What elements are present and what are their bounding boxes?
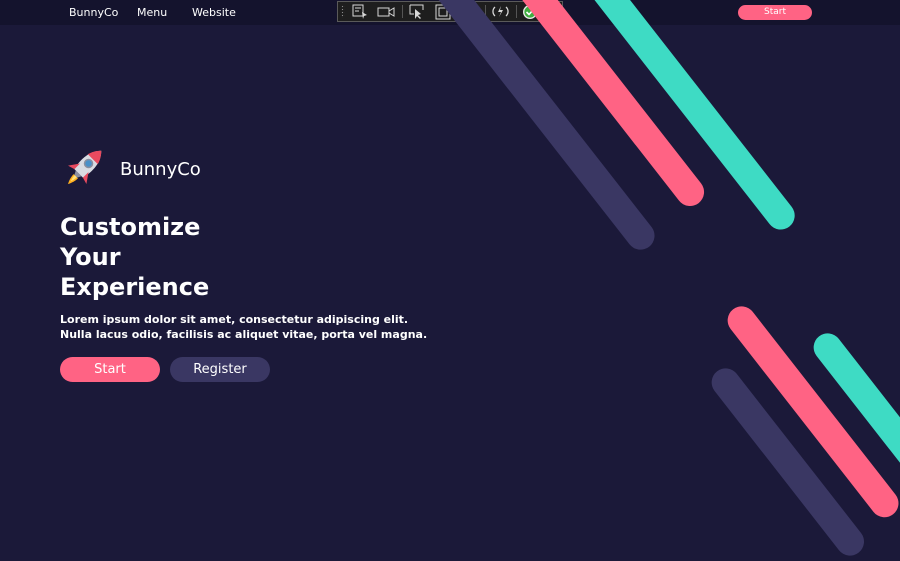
rocket-icon [60,142,110,192]
toolbar-separator [516,5,517,18]
hero-brand-name: BunnyCo [120,159,201,180]
start-button[interactable]: Start [60,357,160,382]
inspect-pointer-icon[interactable] [407,3,427,20]
decorative-stripe-purple [398,0,661,256]
nav-link-menu[interactable]: Menu [137,6,167,19]
toolbar-separator [402,5,403,18]
hero-title: Customize Your Experience [60,212,209,302]
nav-start-button[interactable]: Start [738,5,812,20]
hero-description-line: Lorem ipsum dolor sit amet, consectetur … [60,313,409,326]
hero-description-line: Nulla lacus odio, facilisis ac aliquet v… [60,328,428,341]
hero-title-line: Experience [60,273,210,301]
hero-description: Lorem ipsum dolor sit amet, consectetur … [60,312,428,342]
hero-title-line: Customize [60,213,201,241]
hero-title-line: Your [60,243,121,271]
register-button[interactable]: Register [170,357,270,382]
drag-grip-handle[interactable] [341,5,345,18]
nav-brand-link[interactable]: BunnyCo [69,6,118,19]
nav-link-website[interactable]: Website [192,6,236,19]
record-video-icon[interactable] [376,3,396,20]
select-element-icon[interactable] [350,3,370,20]
hot-reload-icon[interactable] [490,3,510,20]
